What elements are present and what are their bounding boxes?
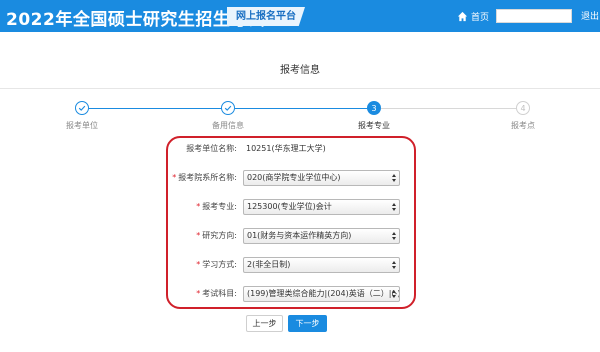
next-step-button[interactable]: 下一步 — [288, 315, 327, 332]
step-4-label: 报考点 — [511, 121, 535, 130]
direction-select[interactable]: 01(财务与资本运作精英方向) — [243, 228, 400, 244]
step-connector — [89, 108, 227, 109]
home-link[interactable]: 首页 — [457, 9, 489, 23]
select-arrows-icon — [392, 174, 396, 182]
subjects-row: *考试科目: (199)管理类综合能力|(204)英语（二）|(-)无|(-)无 — [170, 286, 410, 302]
study-mode-row: * 学习方式: 2(非全日制) — [170, 257, 410, 273]
study-mode-select[interactable]: 2(非全日制) — [243, 257, 400, 273]
major-label: 报考专业: — [202, 202, 237, 211]
unit-label: 报考单位名称: — [186, 144, 237, 153]
required-mark: * — [196, 231, 201, 240]
home-icon — [457, 11, 468, 21]
home-link-label: 首页 — [471, 12, 490, 23]
previous-step-button[interactable]: 上一步 — [246, 315, 283, 332]
step-1-label: 报考单位 — [66, 121, 98, 130]
direction-row: * 研究方向: 01(财务与资本运作精英方向) — [170, 228, 410, 244]
select-arrows-icon — [392, 290, 396, 298]
step-connector — [381, 108, 516, 109]
subjects-select[interactable]: (199)管理类综合能力|(204)英语（二）|(-)无|(-)无 — [243, 286, 400, 302]
title-divider — [0, 88, 600, 89]
top-bar: 2022年全国硕士研究生招生考试 网上报名平台 首页 退出 — [0, 0, 600, 32]
unit-row: 报考单位名称: 10251(华东理工大学) — [170, 141, 410, 157]
study-mode-label: 学习方式: — [202, 260, 237, 269]
highlight-frame — [166, 136, 416, 309]
step-1-done-icon — [75, 101, 89, 115]
required-mark: * — [196, 260, 201, 269]
major-row: * 报考专业: 125300(专业学位)会计 — [170, 199, 410, 215]
required-mark: * — [196, 289, 201, 298]
step-3-label: 报考专业 — [358, 121, 390, 130]
direction-label: 研究方向: — [202, 231, 237, 240]
step-2-done-icon — [221, 101, 235, 115]
unit-value: 10251(华东理工大学) — [246, 144, 326, 153]
platform-badge: 网上报名平台 — [227, 7, 305, 26]
select-arrows-icon — [392, 261, 396, 269]
logout-link[interactable]: 退出 — [581, 9, 599, 22]
department-row: * 报考院系所名称: 020(商学院专业学位中心) — [170, 170, 410, 186]
direction-select-value: 01(财务与资本运作精英方向) — [247, 231, 352, 240]
department-select[interactable]: 020(商学院专业学位中心) — [243, 170, 400, 186]
required-mark: * — [172, 173, 177, 182]
department-label: 报考院系所名称: — [178, 173, 237, 182]
subjects-label: 考试科目: — [202, 289, 237, 298]
required-mark: * — [196, 202, 201, 211]
step-4-number: 4 — [516, 101, 530, 115]
select-arrows-icon — [392, 203, 396, 211]
select-arrows-icon — [392, 232, 396, 240]
major-select[interactable]: 125300(专业学位)会计 — [243, 199, 400, 215]
subjects-select-value: (199)管理类综合能力|(204)英语（二）|(-)无|(-)无 — [247, 289, 399, 298]
page-title: 报考信息 — [280, 65, 320, 76]
department-select-value: 020(商学院专业学位中心) — [247, 173, 341, 182]
step-3-number: 3 — [367, 101, 381, 115]
exam-title: 2022年全国硕士研究生招生考试 — [6, 10, 266, 30]
step-2-label: 备用信息 — [212, 121, 244, 130]
step-connector — [235, 108, 368, 109]
major-select-value: 125300(专业学位)会计 — [247, 202, 332, 211]
username-box — [496, 9, 572, 23]
study-mode-select-value: 2(非全日制) — [247, 260, 291, 269]
